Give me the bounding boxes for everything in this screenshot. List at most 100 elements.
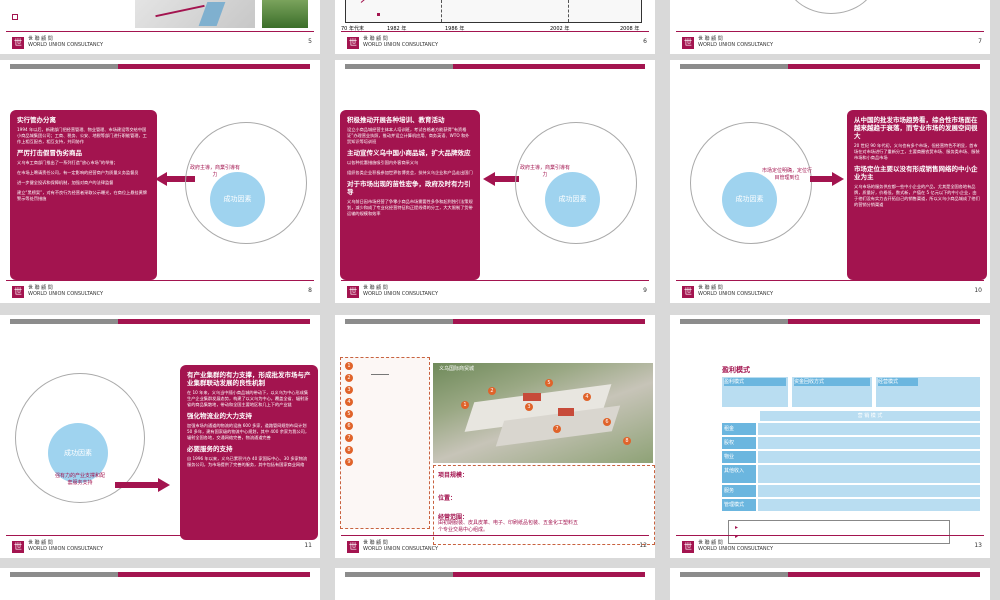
slide-footer: 世 世 聯 顧 問 WORLD UNION CONSULTANCY 7 <box>676 31 984 54</box>
section-text: 在 10 年来，义乌当中随小商品城的带动下，以义乌为中心形成集生产企业集群发展态… <box>187 390 309 407</box>
row-label: 租金 <box>722 423 756 435</box>
map-thumbnail <box>135 0 255 28</box>
section-text: 设立小商品城经营主体本人培训班，考试合格者方能获得“有资格证”办理营业执照，推动… <box>347 127 470 144</box>
section-text: 进一步健全投诉和保障机制，加强对商户的法律监督 <box>17 180 114 185</box>
model-table: 租金 股权 物业 其他收入 服务 管理模式 <box>722 423 980 513</box>
col-title: 资金回收方式 <box>794 378 870 386</box>
section-text: 自 1996 年以来，义乌已累积兴办 40 家国际中心、30 多家物流服务公司，… <box>187 456 308 467</box>
section-heading: 市场定位主要以没有形成销售网络的中小企业为主 <box>854 165 978 181</box>
route-line <box>155 4 205 18</box>
slide-footer: 世 世 聯 顧 問 WORLD UNION CONSULTANCY 5 <box>6 31 314 54</box>
section-text: 20 世纪 90 年代初，义乌也有多个市场，但经营特色不明显，首市场在对市场进行… <box>854 143 980 160</box>
row-cell <box>758 465 980 483</box>
list-number-badge: 2 <box>345 374 353 382</box>
top-bar <box>10 319 310 324</box>
map-marker: 6 <box>603 418 611 426</box>
table-row: 租金 <box>722 423 980 435</box>
table-row: 股权 <box>722 437 980 449</box>
bullet-square-icon <box>12 14 18 20</box>
slide-footer: 世 世 聯 顧 問 WORLD UNION CONSULTANCY 11 <box>6 535 314 558</box>
page-number: 9 <box>643 287 647 294</box>
slide-12[interactable]: 123456789 义乌国际商贸城 12345678 项目规模： 位置： 经营范… <box>335 315 655 558</box>
list-number-badge: 4 <box>345 398 353 406</box>
list-number-badge: 9 <box>345 458 353 466</box>
logo-icon: 世 <box>12 37 24 49</box>
list-number-badge: 3 <box>345 386 353 394</box>
arrow-right-icon <box>810 176 834 182</box>
business-text: 由初期服装、皮具皮革、电子、印刷纸品包装、五金化工塑料五个专业交易中心组成。 <box>438 520 579 533</box>
divider-line <box>568 0 569 22</box>
page-number: 6 <box>643 38 647 45</box>
logo-icon: 世 <box>682 541 694 553</box>
row-cell <box>758 437 980 449</box>
top-bar <box>345 572 645 577</box>
header-block: 资金回收方式 <box>792 377 872 407</box>
top-bar <box>10 64 310 69</box>
table-rows: 租金 股权 物业 其他收入 服务 管理模式 <box>722 423 980 511</box>
row-cell <box>758 499 980 511</box>
slide-footer: 世 世 聯 顧 問 WORLD UNION CONSULTANCY 6 <box>341 31 649 54</box>
slide-5[interactable]: 世 世 聯 顧 問 WORLD UNION CONSULTANCY 5 <box>0 0 320 54</box>
row-label: 股权 <box>722 437 756 449</box>
slide-16[interactable] <box>670 568 990 600</box>
map-marker: 2 <box>488 387 496 395</box>
logo-text: 世 聯 顧 問 WORLD UNION CONSULTANCY <box>698 540 774 552</box>
list-number-badge: 5 <box>345 410 353 418</box>
row-cell <box>758 423 980 435</box>
map-marker: 3 <box>525 403 533 411</box>
core-circle: 成功因素 <box>545 172 600 227</box>
slide-9[interactable]: 积极推动开展各种培训、教育活动 设立小商品城经营主体本人培训班，考试合格者方能获… <box>335 60 655 303</box>
table-row: 其他收入 <box>722 465 980 483</box>
landscape-photo <box>262 0 308 28</box>
logo-text: 世 聯 顧 問 WORLD UNION CONSULTANCY <box>698 285 774 297</box>
slide-8[interactable]: 实行管办分离 1994 年以后，新建部门把经营管理、物业管理、市场建设等交给中国… <box>0 60 320 303</box>
slide-15[interactable] <box>335 568 655 600</box>
arrow-right-icon <box>115 482 160 488</box>
slide-footer: 世 世 聯 顧 問 WORLD UNION CONSULTANCY 13 <box>676 535 984 558</box>
roof-block <box>523 393 541 401</box>
text-scroll-panel: 从中国的批发市场趋势看，综合性市场面在越来越趋于衰落，而专业市场的发展空间很大 … <box>847 110 987 280</box>
row-cell <box>758 451 980 463</box>
slide-10[interactable]: 成功因素 市场定位明确，定位行目管理到位 从中国的批发市场趋势看，综合性市场面在… <box>670 60 990 303</box>
slide-13[interactable]: 盈利模式 盈利模式 资金回收方式 经营模式 营 销 模 式 租金 股权 物业 其他收入… <box>670 315 990 558</box>
numbered-list-panel: 1 2 3 4 5 6 7 8 9 <box>340 357 430 529</box>
section-heading: 从中国的批发市场趋势看，综合性市场面在越来越趋于衰落，而专业市场的发展空间很大 <box>854 116 978 140</box>
map-marker: 4 <box>583 393 591 401</box>
slide-footer: 世 世 聯 顧 問 WORLD UNION CONSULTANCY 12 <box>341 535 649 558</box>
logo-text: 世 聯 顧 問 WORLD UNION CONSULTANCY <box>28 36 104 48</box>
page-number: 11 <box>304 542 312 549</box>
arrow-head-icon <box>155 172 167 186</box>
slide-7[interactable]: 世 世 聯 顧 問 WORLD UNION CONSULTANCY 7 <box>670 0 990 54</box>
section-heading: 必要服务的支持 <box>187 445 233 453</box>
top-bar <box>345 64 645 69</box>
logo-text: 世 聯 顧 問 WORLD UNION CONSULTANCY <box>28 540 104 552</box>
list-number-badge: 8 <box>345 446 353 454</box>
row-label: 管理模式 <box>722 499 756 511</box>
logo-icon: 世 <box>347 286 359 298</box>
header-block: 盈利模式 <box>722 377 788 407</box>
slide-6[interactable]: 70 年代末 1982 年 1986 年 2002 年 2008 年 世 世 聯… <box>335 0 655 54</box>
list-number-badge: 6 <box>345 422 353 430</box>
map-marker: 1 <box>461 401 469 409</box>
logo-text: 世 聯 顧 問 WORLD UNION CONSULTANCY <box>363 540 439 552</box>
map-marker: 7 <box>553 425 561 433</box>
section-text: 以各种优惠措施吸引国内外客商采义乌 <box>347 160 419 165</box>
arrow-head-icon <box>158 478 170 492</box>
slide-footer: 世 世 聯 顧 問 WORLD UNION CONSULTANCY 8 <box>6 280 314 303</box>
top-bar <box>680 572 980 577</box>
section-text: 加强市场内通道的物流的设施 600 多家，道路管网规划布局计划 50 多年，建有… <box>187 423 310 440</box>
page-number: 12 <box>639 542 647 549</box>
section-text: 义乌市场的服务供应都一些中小企业的产品，尤其是全国各地有品牌，质量好，价格低，数… <box>854 184 980 207</box>
row-cell <box>758 485 980 497</box>
section-text: 义乌市工商部门推出了一系列打造“放心市场”的举措； <box>17 160 118 165</box>
logo-text: 世 聯 顧 問 WORLD UNION CONSULTANCY <box>363 36 439 48</box>
table-row: 服务 <box>722 485 980 497</box>
slide-11[interactable]: 成功因素 强有力的产业支撑和配套服务支持 有产业集群的有力支撑，形成批发市场与产… <box>0 315 320 558</box>
section-heading: 严厉打击假冒伪劣商品 <box>17 149 82 157</box>
slide-14[interactable] <box>0 568 320 600</box>
section-text: 1994 年以后，新建部门把经营管理、物业管理、市场建设等交给中国小商品城集团公… <box>17 127 147 144</box>
col-title: 经营模式 <box>878 378 918 386</box>
section-text: 建立“黑榜案”，对有不良行为经营者采取公示曝光，在商位上悬挂黄牌警示等处罚措施 <box>17 190 147 201</box>
numbered-list: 1 2 3 4 5 6 7 8 9 <box>345 362 353 470</box>
arrow-head-icon <box>832 172 844 186</box>
